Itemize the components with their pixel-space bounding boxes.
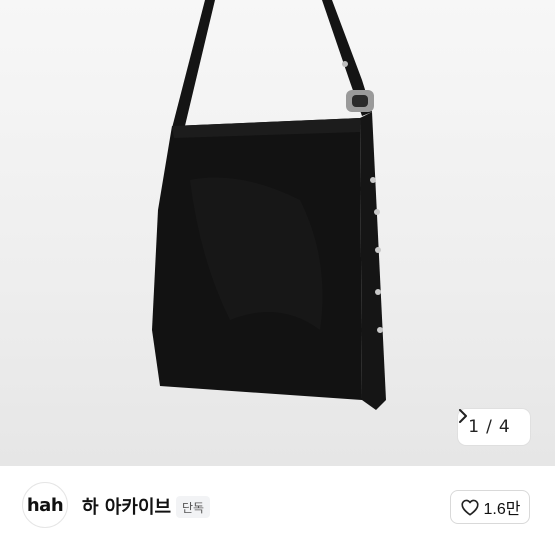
current-image-index: 1: [468, 417, 480, 437]
brand-logo-text: hah: [26, 494, 64, 516]
product-image-gallery[interactable]: 1 / 4: [0, 0, 555, 466]
product-photo: [152, 0, 386, 410]
total-image-count: 4: [498, 417, 510, 437]
brand-logo[interactable]: hah: [22, 482, 68, 528]
like-button[interactable]: 1.6만: [450, 490, 530, 524]
exclusive-badge: 단독: [176, 496, 211, 518]
image-counter[interactable]: 1 / 4: [458, 409, 530, 445]
brand-name[interactable]: 하 아카이브: [82, 493, 171, 519]
like-count: 1.6만: [483, 501, 521, 518]
heart-icon: [460, 498, 480, 516]
counter-separator: /: [486, 417, 492, 437]
